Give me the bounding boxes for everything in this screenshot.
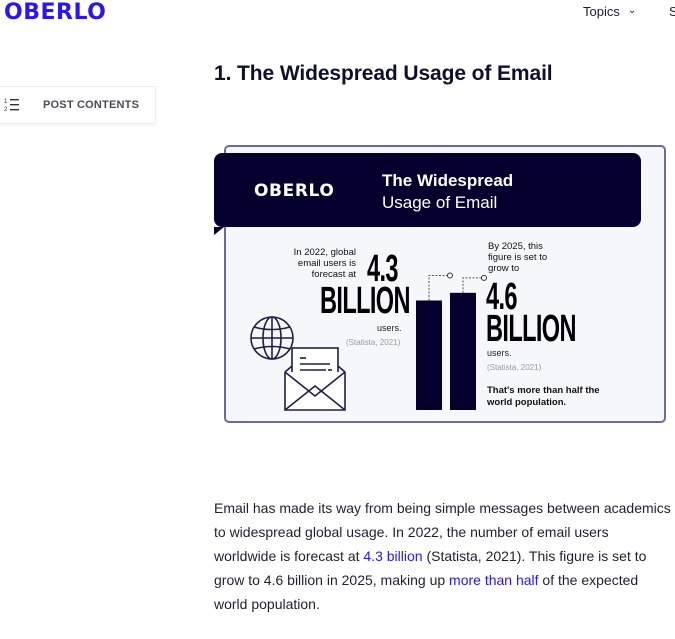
infographic-header: OBERLO The Widespread Usage of Email (214, 153, 641, 235)
envelope-icon (284, 347, 346, 411)
link-4-3-billion[interactable]: 4.3 billion (363, 548, 422, 564)
globe-envelope-illustration (250, 316, 346, 411)
leader-dot-2025 (481, 274, 487, 281)
leader-dot-2022 (447, 272, 453, 279)
numbered-list-icon: 1 2 (4, 99, 19, 113)
right-stat-suffix: users. (487, 348, 512, 358)
body-paragraph: Email has made its way from being simple… (214, 496, 674, 616)
infographic-logo: OBERLO (254, 181, 335, 201)
infographic-title-line2: Usage of Email (382, 193, 498, 212)
leader-line-2022 (428, 274, 447, 301)
bar-2025 (450, 292, 476, 410)
nav-item-cut[interactable]: S (669, 4, 675, 19)
population-note: That's more than half the world populati… (487, 385, 600, 408)
infographic-title-line1: The Widespread (382, 171, 514, 190)
right-stat-intro: By 2025, this figure is set to grow to (488, 241, 548, 274)
oberlo-logo[interactable]: OBERLO (4, 0, 106, 26)
right-stat-source: (Statista, 2021) (487, 363, 542, 372)
left-stat-suffix: users. (377, 323, 402, 333)
leader-line-2025 (462, 277, 481, 293)
section-title: 1. The Widespread Usage of Email (214, 62, 553, 85)
post-contents-button[interactable]: 1 2 POST CONTENTS (0, 86, 156, 124)
top-nav: Topics ⌄ S (583, 4, 675, 19)
bar-2022 (416, 300, 442, 410)
svg-text:2: 2 (4, 107, 8, 113)
svg-text:1: 1 (4, 99, 8, 105)
globe-icon (250, 316, 294, 360)
chevron-down-icon[interactable]: ⌄ (628, 5, 636, 16)
link-more-than-half[interactable]: more than half (449, 572, 539, 588)
left-stat-intro: In 2022, global email users is forecast … (293, 247, 356, 280)
right-stat-unit: BILLION (486, 308, 577, 350)
nav-topics[interactable]: Topics (583, 4, 620, 19)
email-users-bar-chart (416, 272, 487, 410)
post-contents-label: POST CONTENTS (43, 99, 140, 111)
